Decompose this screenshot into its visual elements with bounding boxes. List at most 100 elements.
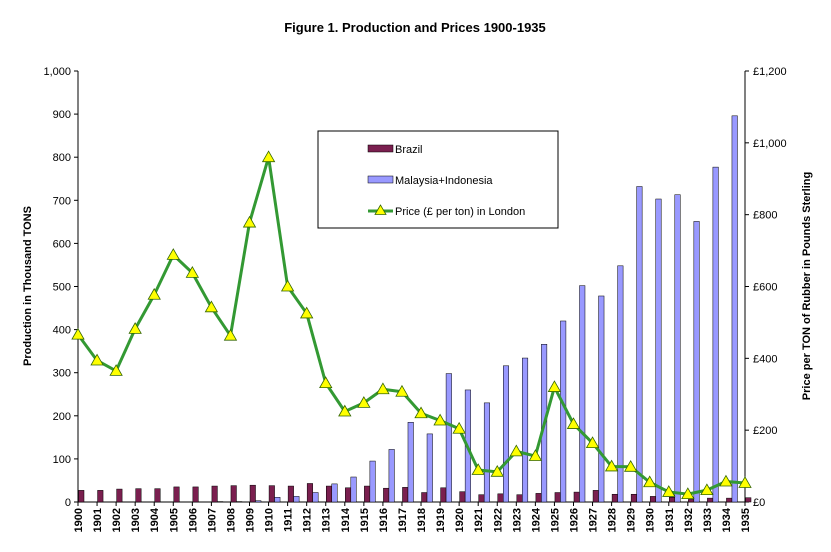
y-tick-label: 900: [53, 109, 71, 121]
x-tick-label: 1933: [702, 508, 714, 532]
x-tick-label: 1910: [264, 508, 276, 532]
x-tick-label: 1903: [130, 508, 142, 532]
bar-malaysia-indonesia: [274, 497, 281, 503]
y2-axis-title: Price per TON of Rubber in Pounds Sterli…: [801, 172, 813, 400]
y-tick-label: 700: [53, 195, 71, 207]
bar-brazil: [592, 490, 599, 503]
bar-malaysia-indonesia: [560, 320, 567, 503]
y2-tick-label: £600: [753, 282, 777, 294]
legend-swatch-brazil: [367, 144, 394, 153]
bar-malaysia-indonesia: [255, 500, 262, 503]
x-tick-label: 1904: [149, 507, 161, 532]
y-tick-label: 600: [53, 238, 71, 250]
price-marker: [566, 417, 581, 429]
y2-tick-label: £400: [753, 353, 777, 365]
price-marker: [71, 327, 85, 340]
bar-brazil: [611, 493, 618, 503]
legend: Brazil Malaysia+Indonesia Price (£ per ton…: [317, 130, 559, 229]
legend-swatch-malaysia-indonesia: [367, 175, 394, 184]
bar-malaysia-indonesia: [731, 115, 738, 503]
bar-malaysia-indonesia: [293, 496, 300, 503]
x-tick-label: 1901: [92, 508, 104, 532]
bar-brazil: [421, 492, 428, 503]
price-marker: [280, 279, 295, 292]
bar-malaysia-indonesia: [655, 198, 662, 503]
bar-brazil: [688, 499, 695, 503]
x-tick-label: 1925: [549, 508, 561, 532]
price-marker: [166, 248, 180, 260]
bar-malaysia-indonesia: [350, 476, 357, 503]
bar-malaysia-indonesia: [636, 186, 643, 503]
bar-brazil: [173, 486, 180, 503]
y-tick-label: 200: [53, 411, 71, 423]
x-tick-label: 1926: [568, 508, 580, 532]
bar-brazil: [287, 485, 294, 503]
x-tick-label: 1922: [492, 508, 504, 532]
price-marker: [509, 444, 524, 457]
bar-malaysia-indonesia: [712, 166, 719, 503]
bar-malaysia-indonesia: [312, 492, 319, 503]
bar-malaysia-indonesia: [693, 221, 700, 503]
x-tick-label: 1920: [454, 508, 466, 532]
x-tick-label: 1900: [73, 508, 85, 532]
bar-brazil: [535, 493, 542, 503]
chart-title: Figure 1. Production and Prices 1900-193…: [284, 20, 546, 35]
price-marker: [319, 376, 333, 389]
x-tick-label: 1912: [302, 508, 314, 532]
bar-malaysia-indonesia: [503, 365, 510, 503]
bar-brazil: [745, 497, 752, 503]
bar-malaysia-indonesia: [369, 460, 376, 503]
bar-brazil: [116, 488, 123, 503]
price-marker: [147, 287, 161, 300]
x-tick-label: 1930: [645, 508, 657, 532]
bar-malaysia-indonesia: [483, 402, 490, 503]
bar-brazil: [707, 497, 714, 503]
legend-label-price: Price (£ per ton) in London: [395, 206, 525, 218]
x-tick-label: 1905: [168, 508, 180, 532]
bar-brazil: [306, 483, 313, 503]
x-tick-label: 1927: [588, 508, 600, 532]
x-tick-label: 1902: [111, 508, 123, 532]
x-tick-label: 1906: [187, 508, 199, 532]
bar-brazil: [249, 484, 256, 503]
bar-malaysia-indonesia: [407, 422, 414, 503]
x-tick-label: 1935: [740, 508, 752, 532]
x-tick-label: 1911: [283, 508, 295, 532]
price-marker: [204, 300, 219, 313]
y2-tick-label: £0: [753, 497, 765, 509]
bar-brazil: [497, 493, 504, 503]
y-tick-label: 1,000: [43, 66, 71, 78]
x-tick-label: 1908: [225, 508, 237, 532]
bar-malaysia-indonesia: [426, 433, 433, 503]
bar-brazil: [345, 487, 352, 503]
bar-malaysia-indonesia: [579, 285, 586, 503]
x-tick-label: 1928: [607, 508, 619, 532]
bar-brazil: [364, 485, 371, 503]
bar-brazil: [268, 485, 275, 503]
bar-malaysia-indonesia: [331, 483, 338, 503]
bar-brazil: [573, 491, 580, 503]
bar-brazil: [230, 485, 237, 503]
y2-tick-label: £200: [753, 425, 777, 437]
bar-brazil: [554, 492, 561, 503]
bar-malaysia-indonesia: [674, 194, 681, 503]
x-tick-label: 1914: [340, 507, 352, 532]
x-tick-label: 1917: [397, 508, 409, 532]
y-axis-title: Production in Thousand TONS: [22, 206, 34, 366]
x-tick-label: 1923: [511, 508, 523, 532]
x-tick-label: 1909: [245, 508, 257, 532]
x-tick-label: 1916: [378, 508, 390, 532]
x-tick-label: 1915: [359, 508, 371, 532]
bar-brazil: [669, 497, 676, 503]
x-tick-label: 1932: [683, 508, 695, 532]
x-tick-label: 1924: [530, 507, 542, 532]
price-marker: [547, 380, 562, 392]
bar-brazil: [211, 485, 218, 503]
bar-brazil: [649, 496, 656, 503]
x-tick-label: 1931: [664, 508, 676, 532]
bar-brazil: [726, 497, 733, 503]
bar-brazil: [459, 491, 466, 503]
price-marker: [242, 215, 257, 228]
bar-brazil: [630, 493, 637, 503]
y-tick-label: 300: [53, 368, 71, 380]
